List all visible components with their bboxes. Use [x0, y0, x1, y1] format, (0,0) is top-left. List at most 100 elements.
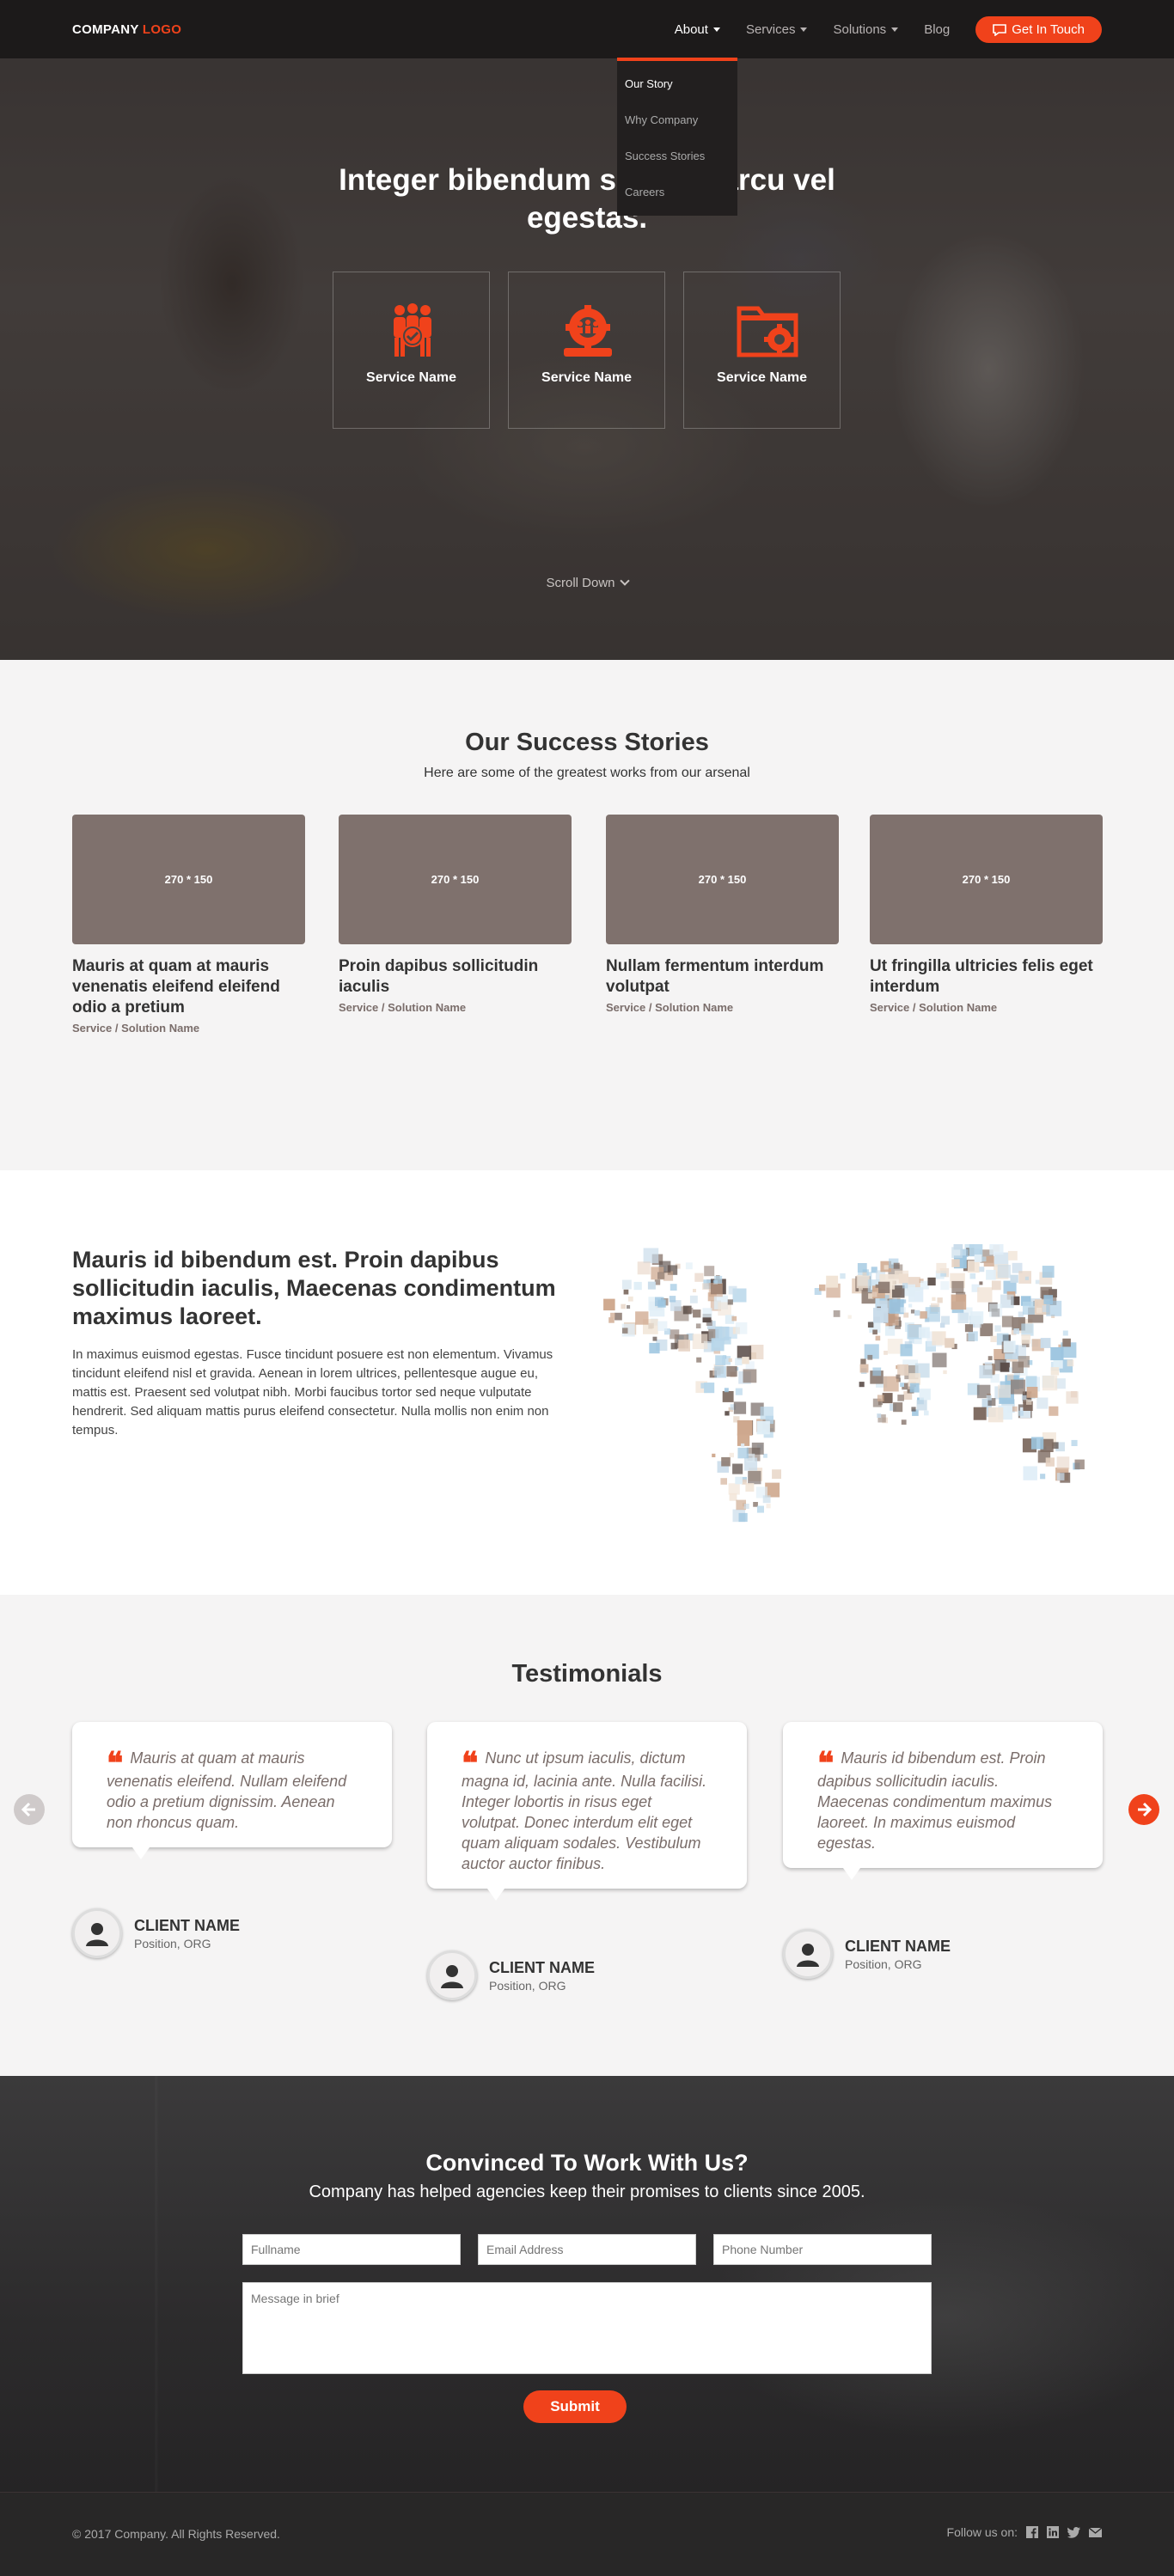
dropdown-item-why-company[interactable]: Why Company: [617, 102, 737, 138]
story-title[interactable]: Proin dapibus sollicitudin iaculis: [339, 956, 572, 998]
map-photo-tile: [702, 1283, 709, 1290]
story-card[interactable]: 270 * 150 Mauris at quam at mauris venen…: [72, 815, 305, 1035]
contact-title: Convinced To Work With Us?: [425, 2150, 749, 2176]
map-photo-tile: [685, 1262, 693, 1270]
map-photo-tile: [1010, 1274, 1018, 1283]
dropdown-item-our-story[interactable]: Our Story: [617, 66, 737, 102]
map-photo-tile: [936, 1262, 947, 1273]
map-photo-tile: [1056, 1456, 1070, 1469]
nav-services-label: Services: [745, 22, 796, 37]
story-thumbnail[interactable]: 270 * 150: [606, 815, 839, 944]
map-photo-tile: [687, 1307, 694, 1314]
map-photo-tile: [689, 1295, 698, 1303]
story-title[interactable]: Mauris at quam at mauris venenatis eleif…: [72, 956, 305, 1018]
service-box-2[interactable]: Service Name: [508, 272, 665, 429]
map-photo-tile: [745, 1483, 755, 1492]
map-photo-tile: [1074, 1459, 1085, 1469]
map-photo-tile: [715, 1326, 730, 1341]
map-photo-tile: [635, 1311, 649, 1325]
get-in-touch-button[interactable]: Get In Touch: [975, 16, 1102, 43]
story-title[interactable]: Nullam fermentum interdum volutpat: [606, 956, 839, 998]
map-photo-tile: [867, 1354, 873, 1360]
map-photo-tile: [724, 1388, 729, 1393]
map-photo-tile: [1040, 1338, 1051, 1348]
map-photo-tile: [735, 1322, 748, 1334]
world-map-image: [603, 1244, 1085, 1523]
dropdown-item-success-stories[interactable]: Success Stories: [617, 138, 737, 174]
map-photo-tile: [670, 1284, 677, 1291]
map-photo-tile: [903, 1312, 909, 1318]
service-label: Service Name: [366, 370, 456, 385]
story-card[interactable]: 270 * 150 Ut fringilla ultricies felis e…: [870, 815, 1103, 1014]
phone-field[interactable]: [713, 2234, 932, 2265]
map-photo-tile: [633, 1281, 642, 1291]
map-photo-tile: [1000, 1294, 1014, 1309]
nav-item-about[interactable]: About: [675, 22, 720, 37]
service-box-1[interactable]: Service Name: [333, 272, 490, 429]
map-photo-tile: [875, 1335, 881, 1341]
map-photo-tile: [741, 1443, 745, 1447]
map-photo-tile: [1018, 1271, 1031, 1284]
map-photo-tile: [900, 1383, 904, 1387]
carousel-prev-button[interactable]: [14, 1794, 45, 1825]
scroll-down-link[interactable]: Scroll Down: [501, 576, 673, 590]
email-field[interactable]: [478, 2234, 696, 2265]
nav-item-services[interactable]: Services: [746, 22, 808, 37]
map-photo-tile: [937, 1297, 943, 1303]
map-photo-tile: [657, 1321, 668, 1331]
map-photo-tile: [893, 1262, 900, 1269]
submit-button[interactable]: Submit: [523, 2390, 627, 2423]
map-photo-tile: [628, 1296, 633, 1302]
map-photo-tile: [732, 1463, 743, 1474]
avatar: [72, 1908, 122, 1958]
story-thumbnail[interactable]: 270 * 150: [870, 815, 1103, 944]
quote-text: Mauris id bibendum est. Proin dapibus so…: [817, 1749, 1053, 1852]
dropdown-item-careers[interactable]: Careers: [617, 174, 737, 211]
get-in-touch-label: Get In Touch: [1012, 22, 1085, 37]
map-photo-tile: [714, 1275, 723, 1284]
map-photo-tile: [1023, 1466, 1037, 1480]
map-photo-tile: [957, 1312, 969, 1323]
story-tag: Service / Solution Name: [339, 1001, 467, 1014]
map-photo-tile: [1035, 1279, 1040, 1285]
nav-item-blog[interactable]: Blog: [924, 22, 950, 37]
story-title[interactable]: Ut fringilla ultricies felis eget interd…: [870, 956, 1103, 998]
map-photo-tile: [649, 1342, 660, 1354]
scroll-down-label: Scroll Down: [546, 576, 615, 590]
map-photo-tile: [766, 1504, 771, 1509]
message-field[interactable]: [242, 2282, 932, 2374]
carousel-next-button[interactable]: [1128, 1794, 1159, 1825]
linkedin-icon[interactable]: [1047, 2526, 1059, 2538]
user-icon: [86, 1923, 108, 1946]
story-thumbnail[interactable]: 270 * 150: [72, 815, 305, 944]
map-photo-tile: [1040, 1474, 1046, 1480]
client-name: CLIENT NAME: [134, 1916, 240, 1934]
service-label: Service Name: [717, 370, 807, 385]
nav-item-solutions[interactable]: Solutions: [833, 22, 899, 37]
map-photo-tile: [920, 1280, 929, 1290]
map-photo-tile: [932, 1297, 936, 1301]
map-photo-tile: [967, 1261, 980, 1273]
service-box-3[interactable]: Service Name: [683, 272, 841, 429]
story-card[interactable]: 270 * 150 Proin dapibus sollicitudin iac…: [339, 815, 572, 1014]
facebook-icon[interactable]: [1026, 2526, 1038, 2538]
map-photo-tile: [859, 1364, 869, 1373]
story-thumbnail[interactable]: 270 * 150: [339, 815, 572, 944]
map-photo-tile: [737, 1447, 749, 1459]
map-photo-tile: [615, 1312, 622, 1321]
map-photo-tile: [979, 1267, 985, 1273]
twitter-icon[interactable]: [1067, 2526, 1080, 2538]
user-icon: [797, 1944, 819, 1967]
company-logo[interactable]: COMPANY LOGO: [72, 22, 181, 37]
client-position: Position, ORG: [845, 1956, 922, 1971]
map-photo-tile: [968, 1331, 978, 1341]
story-card[interactable]: 270 * 150 Nullam fermentum interdum volu…: [606, 815, 839, 1014]
map-photo-tile: [610, 1312, 615, 1318]
client-info: CLIENT NAME Position, ORG: [72, 1908, 240, 1958]
map-photo-tile: [603, 1298, 615, 1311]
map-photo-tile: [621, 1303, 626, 1309]
fullname-field[interactable]: [242, 2234, 461, 2265]
email-icon[interactable]: [1089, 2527, 1102, 2537]
map-photo-tile: [670, 1342, 678, 1350]
map-photo-tile: [988, 1407, 1004, 1423]
